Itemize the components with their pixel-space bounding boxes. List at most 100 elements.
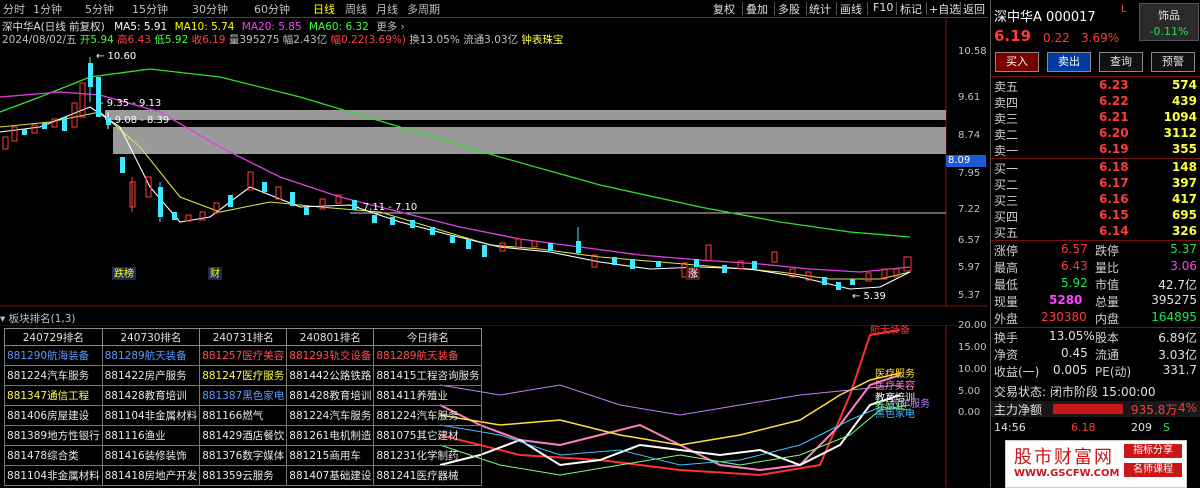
kline-chart[interactable]: ← 10.60 - 9.35 - 9.13 - 9.08 - 8.39 - 7.… — [0, 17, 988, 307]
stat-value: 395275 — [1151, 293, 1197, 307]
alert-button[interactable]: 预警 — [1151, 52, 1195, 72]
rank-axis-tick: 5.00 — [958, 386, 981, 397]
stat-row: 最高 6.43 量比 3.06 — [991, 259, 1200, 276]
rank-cell[interactable]: 881247医疗服务 — [199, 365, 288, 386]
rank-cell[interactable]: 881224汽车服务 — [4, 365, 103, 386]
sell-button[interactable]: 卖出 — [1047, 52, 1091, 72]
rank-cell[interactable]: 881241医疗器械 — [373, 465, 483, 486]
stat-row: 外盘 230380 内盘 164895 — [991, 310, 1200, 327]
ask-label: 卖一 — [994, 144, 1019, 158]
statistics-button[interactable]: 统计 — [809, 1, 831, 17]
tab-1min[interactable]: 1分钟 — [33, 1, 62, 17]
rank-cell[interactable]: 881389地方性银行 — [4, 425, 103, 446]
adjust-button[interactable]: 复权 — [713, 1, 735, 17]
divider — [991, 327, 1200, 328]
rank-cell[interactable]: 881075其它建材 — [373, 425, 483, 446]
ask-label: 卖三 — [994, 112, 1019, 126]
mark-button[interactable]: 标记 — [900, 1, 922, 17]
bid-volume: 326 — [1171, 224, 1197, 238]
collapse-icon[interactable]: ▾ — [0, 313, 9, 325]
rank-cell[interactable]: 881429酒店餐饮 — [199, 425, 288, 446]
indicator-name[interactable]: 板块排名(1,3) — [9, 313, 76, 325]
add-watchlist-button[interactable]: +自选 — [929, 1, 960, 17]
rank-cell[interactable]: 881116渔业 — [101, 425, 201, 446]
table-row: 881478综合类 881416装修装饰 881376数字媒体 881215商用… — [4, 445, 483, 466]
rank-line — [439, 374, 901, 472]
rank-cell[interactable]: 881406房屋建设 — [4, 405, 103, 426]
stat-value: 5.37 — [1170, 242, 1197, 256]
rank-cell[interactable]: 881376数字媒体 — [199, 445, 288, 466]
price-axis-tick: 7.22 — [958, 204, 981, 215]
rank-cell[interactable]: 881442公路铁路 — [286, 365, 375, 386]
rank-cell[interactable]: 881359云服务 — [199, 465, 288, 486]
stat-label: 跌停 — [1095, 244, 1120, 258]
rank-cell[interactable]: 881224汽车服务 — [286, 405, 375, 426]
rank-cell[interactable]: 881104非金属材料 — [4, 465, 103, 486]
buy-button[interactable]: 买入 — [995, 52, 1039, 72]
rank-cell[interactable]: 881224汽车服务 — [373, 405, 483, 426]
rank-cell[interactable]: 881231化学制药 — [373, 445, 483, 466]
price-change-pct: 3.69% — [1081, 31, 1120, 45]
stat-label: 涨停 — [994, 244, 1019, 258]
rank-cell[interactable]: 881290航海装备 — [4, 345, 103, 366]
tab-weekly[interactable]: 周线 — [345, 1, 367, 17]
overlay-button[interactable]: 叠加 — [746, 1, 768, 17]
bid-price: 6.17 — [1099, 176, 1129, 190]
rank-cell[interactable]: 881293轨交设备 — [286, 345, 375, 366]
bid-label: 买三 — [994, 194, 1019, 208]
stat-value: 5.92 — [1061, 276, 1088, 290]
tab-5min[interactable]: 5分钟 — [85, 1, 114, 17]
rank-cell[interactable]: 881422房产服务 — [101, 365, 201, 386]
stat-label: 收益(一) — [994, 365, 1040, 379]
rank-cell[interactable]: 881387黑色家电 — [199, 385, 288, 406]
multi-stock-button[interactable]: 多股 — [778, 1, 800, 17]
back-button[interactable]: 返回 — [963, 1, 985, 17]
rank-cell[interactable]: 881289航天装备 — [373, 345, 483, 366]
flow-label: 主力净额 — [994, 403, 1043, 417]
rank-cell[interactable]: 881411养殖业 — [373, 385, 483, 406]
stock-name: 深中华A — [994, 10, 1042, 25]
marker-rise: 涨 — [688, 268, 698, 280]
rank-cell[interactable]: 881347通信工程 — [4, 385, 103, 406]
tab-15min[interactable]: 15分钟 — [132, 1, 168, 17]
draw-line-button[interactable]: 画线 — [840, 1, 862, 17]
stat-label: 换手 — [994, 331, 1019, 345]
rank-axis-tick: 20.00 — [958, 320, 987, 331]
tick-time: 14:56 — [994, 421, 1026, 434]
query-button[interactable]: 查询 — [1099, 52, 1143, 72]
rank-cell[interactable]: 881166燃气 — [199, 405, 288, 426]
divider — [742, 2, 743, 15]
stat-value: 331.7 — [1162, 363, 1197, 377]
rank-cell[interactable]: 881428教育培训 — [101, 385, 201, 406]
tab-30min[interactable]: 30分钟 — [192, 1, 228, 17]
ask-price: 6.21 — [1099, 110, 1129, 124]
rank-cell[interactable]: 881428教育培训 — [286, 385, 375, 406]
tab-60min[interactable]: 60分钟 — [254, 1, 290, 17]
tab-daily[interactable]: 日线 — [313, 1, 335, 17]
rank-cell[interactable]: 881215商用车 — [286, 445, 375, 466]
rank-cell[interactable]: 881261电机制造 — [286, 425, 375, 446]
rank-cell[interactable]: 881418房地产开发 — [101, 465, 201, 486]
table-row: 881389地方性银行 881116渔业 881429酒店餐饮 881261电机… — [4, 425, 483, 446]
rank-cell[interactable]: 881415工程咨询服务 — [373, 365, 483, 386]
gap-annotation: - 9.08 - 8.39 — [108, 115, 169, 126]
tab-monthly[interactable]: 月线 — [376, 1, 398, 17]
price-axis-tick: 9.61 — [958, 92, 981, 103]
rank-cell[interactable]: 881478综合类 — [4, 445, 103, 466]
rank-line — [439, 329, 901, 477]
rank-cell[interactable]: 881104非金属材料 — [101, 405, 201, 426]
rank-cell[interactable]: 881407基础建设 — [286, 465, 375, 486]
bid-price: 6.18 — [1099, 160, 1129, 174]
stat-label: 市值 — [1095, 278, 1120, 292]
trade-buttons: 买入 卖出 查询 预警 — [991, 52, 1200, 72]
rank-cell[interactable]: 881416装修装饰 — [101, 445, 201, 466]
divider — [991, 158, 1200, 159]
tab-multi-period[interactable]: 多周期 — [407, 1, 440, 17]
rank-cell[interactable]: 881289航天装备 — [101, 345, 201, 366]
f10-button[interactable]: F10 — [873, 1, 893, 14]
sector-box[interactable]: 饰品 -0.11% — [1139, 3, 1199, 41]
rank-cell[interactable]: 881257医疗美容 — [199, 345, 288, 366]
bid-volume: 148 — [1171, 160, 1197, 174]
tab-minute[interactable]: 分时 — [3, 1, 25, 17]
rank-axis-tick: 10.00 — [958, 364, 987, 375]
